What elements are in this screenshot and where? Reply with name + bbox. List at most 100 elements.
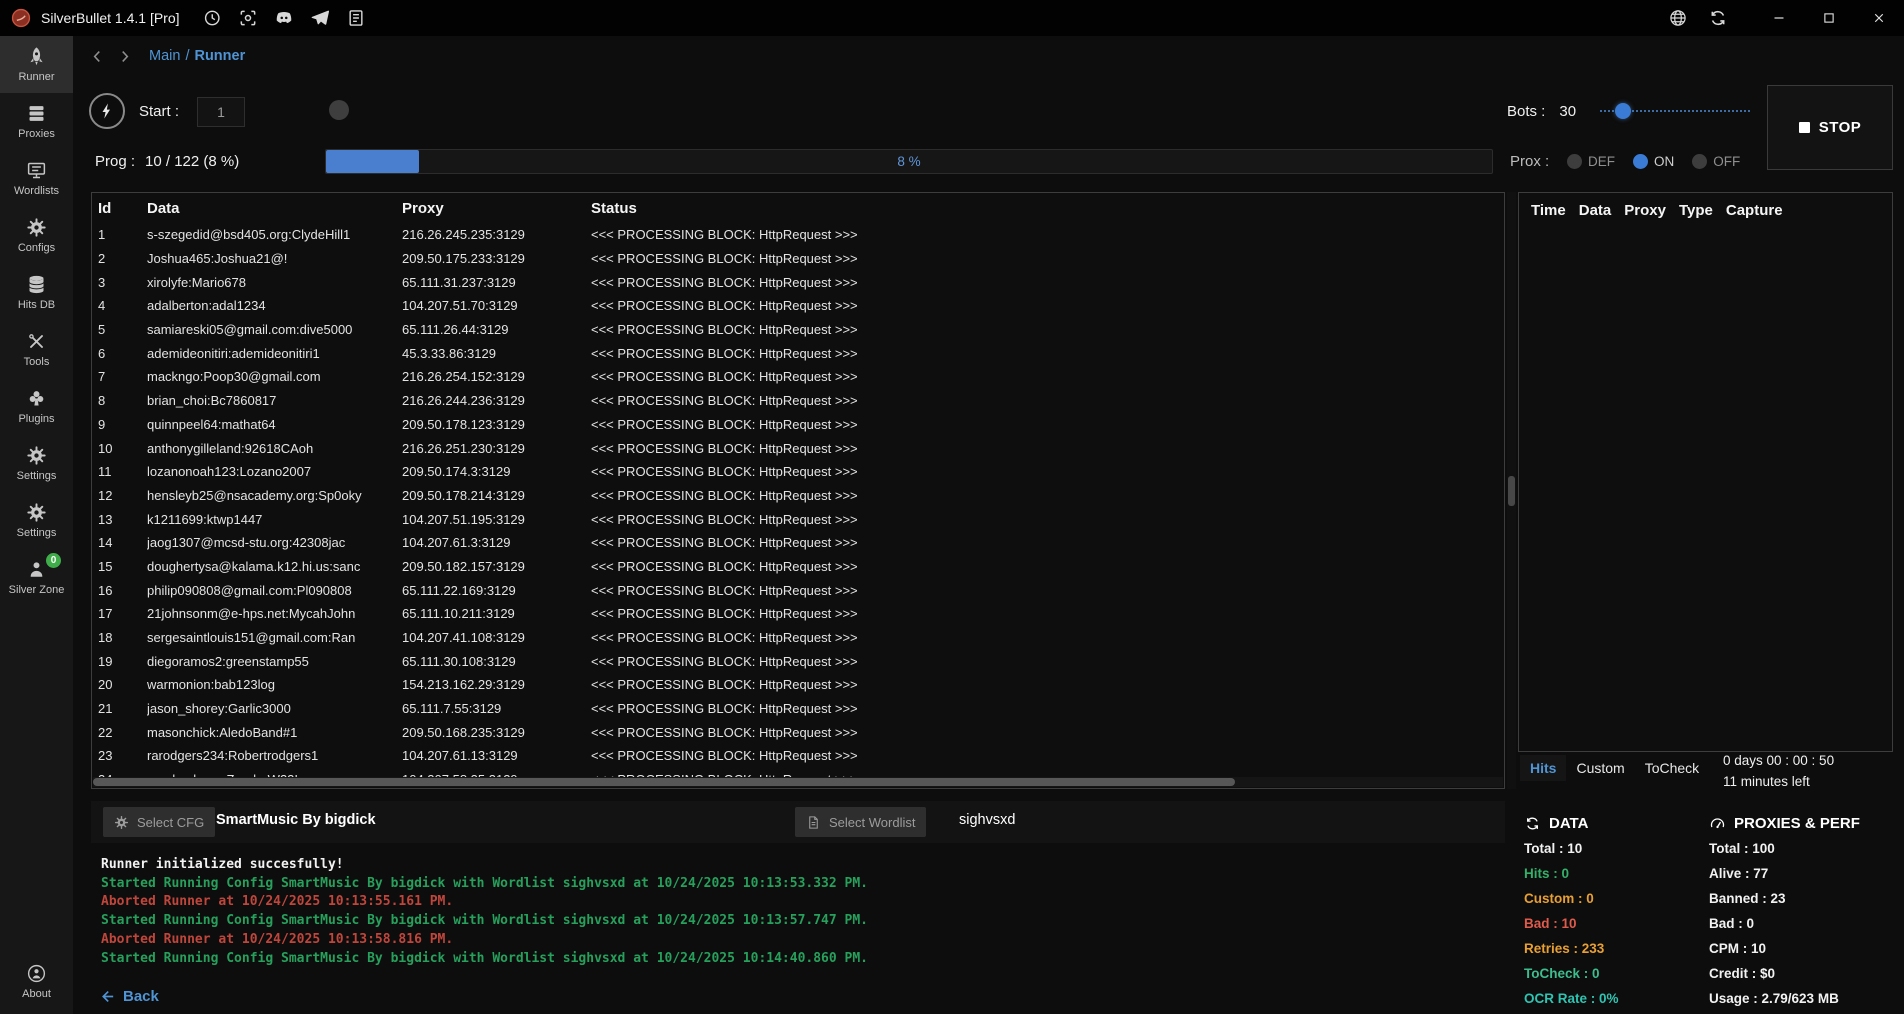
sidebar-item-about[interactable]: About <box>0 953 73 1010</box>
horizontal-scrollbar[interactable] <box>93 777 1503 787</box>
select-cfg-button[interactable]: Select CFG <box>103 807 215 837</box>
horizontal-scrollbar-thumb[interactable] <box>93 778 1235 786</box>
cell-id: 17 <box>98 606 147 621</box>
sidebar-item-proxies[interactable]: Proxies <box>0 93 73 150</box>
table-row[interactable]: 19diegoramos2:greenstamp5565.111.30.108:… <box>92 649 1504 673</box>
capture-icon[interactable] <box>238 8 258 28</box>
sidebar-item-settings-core[interactable]: Settings <box>0 492 73 549</box>
table-row[interactable]: 2Joshua465:Joshua21@!209.50.175.233:3129… <box>92 247 1504 271</box>
select-wordlist-button[interactable]: Select Wordlist <box>795 807 926 837</box>
app-window: SilverBullet 1.4.1 [Pro] RunnerProxiesWo… <box>0 0 1904 1014</box>
minimize-button[interactable] <box>1754 0 1804 36</box>
stat-hits: Hits : 0 <box>1524 861 1709 886</box>
sidebar-item-label: About <box>22 988 51 1000</box>
hits-panel-header: TimeDataProxyTypeCapture <box>1519 193 1892 219</box>
sidebar-item-label: Proxies <box>18 128 55 140</box>
prox-option-label: ON <box>1654 154 1674 169</box>
titlebar-right <box>1668 0 1904 36</box>
table-row[interactable]: 1s-szegedid@bsd405.org:ClydeHill1216.26.… <box>92 223 1504 247</box>
cell-data: Joshua465:Joshua21@! <box>147 251 402 266</box>
sidebar-item-hits-db[interactable]: Hits DB <box>0 264 73 321</box>
history-icon[interactable] <box>202 8 222 28</box>
tab-custom[interactable]: Custom <box>1566 755 1634 781</box>
cell-status: <<< PROCESSING BLOCK: HttpRequest >>> <box>591 464 1504 479</box>
close-icon <box>1870 9 1888 27</box>
cell-status: <<< PROCESSING BLOCK: HttpRequest >>> <box>591 535 1504 550</box>
discord-icon[interactable] <box>274 8 294 28</box>
table-row[interactable]: 9quinnpeel64:mathat64209.50.178.123:3129… <box>92 413 1504 437</box>
table-row[interactable]: 15doughertysa@kalama.k12.hi.us:sanc209.5… <box>92 555 1504 579</box>
progress-value: 10 / 122 (8 %) <box>145 153 239 170</box>
table-row[interactable]: 11lozanonoah123:Lozano2007209.50.174.3:3… <box>92 460 1504 484</box>
cell-id: 12 <box>98 488 147 503</box>
column-header-time: Time <box>1531 202 1566 219</box>
cell-status: <<< PROCESSING BLOCK: HttpRequest >>> <box>591 227 1504 242</box>
table-row[interactable]: 22masonchick:AledoBand#1209.50.168.235:3… <box>92 720 1504 744</box>
close-button[interactable] <box>1854 0 1904 36</box>
cell-id: 6 <box>98 346 147 361</box>
sidebar-item-wordlists[interactable]: Wordlists <box>0 150 73 207</box>
prox-option-def[interactable]: DEF <box>1567 154 1615 169</box>
stop-button[interactable]: STOP <box>1767 85 1893 170</box>
table-row[interactable]: 10anthonygilleland:92618CAoh216.26.251.2… <box>92 436 1504 460</box>
tab-hits[interactable]: Hits <box>1520 755 1566 781</box>
config-bar: Select CFG SmartMusic By bigdick Select … <box>91 801 1505 843</box>
cell-proxy: 209.50.175.233:3129 <box>402 251 591 266</box>
table-row[interactable]: 8brian_choi:Bc7860817216.26.244.236:3129… <box>92 389 1504 413</box>
prox-radio-group: DEF ON OFF <box>1567 149 1740 174</box>
plugin-icon <box>26 388 47 409</box>
cell-id: 22 <box>98 725 147 740</box>
vertical-scrollbar-thumb[interactable] <box>1508 476 1515 506</box>
breadcrumb: Main/Runner <box>73 36 1904 76</box>
table-row[interactable]: 5samiareski05@gmail.com:dive500065.111.2… <box>92 318 1504 342</box>
sidebar-item-plugins[interactable]: Plugins <box>0 378 73 435</box>
cell-id: 11 <box>98 464 147 479</box>
table-row[interactable]: 6ademideonitiri:ademideonitiri145.3.33.8… <box>92 341 1504 365</box>
refresh-icon[interactable] <box>1708 8 1728 28</box>
table-row[interactable]: 20warmonion:bab123log154.213.162.29:3129… <box>92 673 1504 697</box>
cell-status: <<< PROCESSING BLOCK: HttpRequest >>> <box>591 701 1504 716</box>
sidebar-item-label: Silver Zone <box>9 584 65 596</box>
start-slider-handle[interactable] <box>329 100 349 120</box>
prox-option-on[interactable]: ON <box>1633 154 1674 169</box>
table-row[interactable]: 18sergesaintlouis151@gmail.com:Ran104.20… <box>92 626 1504 650</box>
log-line: Aborted Runner at 10/24/2025 10:13:55.16… <box>101 893 1501 912</box>
notes-icon[interactable] <box>346 8 366 28</box>
sidebar-item-tools[interactable]: Tools <box>0 321 73 378</box>
gear-icon <box>26 502 47 523</box>
elapsed-time: 0 days 00 : 00 : 50 <box>1723 750 1834 771</box>
table-row[interactable]: 3xirolyfe:Mario67865.111.31.237:3129<<< … <box>92 270 1504 294</box>
table-row[interactable]: 12hensleyb25@nsacademy.org:Sp0oky209.50.… <box>92 484 1504 508</box>
table-row[interactable]: 21jason_shorey:Garlic300065.111.7.55:312… <box>92 697 1504 721</box>
table-row[interactable]: 7mackngo:Poop30@gmail.com216.26.254.152:… <box>92 365 1504 389</box>
table-row[interactable]: 1721johnsonm@e-hps.net:MycahJohn65.111.1… <box>92 602 1504 626</box>
sidebar-item-configs[interactable]: Configs <box>0 207 73 264</box>
table-row[interactable]: 16philip090808@gmail.com:Pl09080865.111.… <box>92 578 1504 602</box>
prox-option-off[interactable]: OFF <box>1692 154 1740 169</box>
start-input[interactable] <box>197 97 245 127</box>
cell-id: 9 <box>98 417 147 432</box>
nav-back-icon[interactable] <box>89 48 106 65</box>
bots-slider-handle[interactable] <box>1615 103 1631 119</box>
log-line: Started Running Config SmartMusic By big… <box>101 875 1501 894</box>
sidebar-item-label: Runner <box>18 71 54 83</box>
nav-forward-icon[interactable] <box>116 48 133 65</box>
cell-proxy: 216.26.244.236:3129 <box>402 393 591 408</box>
sidebar-item-settings[interactable]: Settings <box>0 435 73 492</box>
back-button[interactable]: Back <box>99 988 159 1005</box>
bots-slider[interactable] <box>1600 102 1750 120</box>
sidebar-item-runner[interactable]: Runner <box>0 36 73 93</box>
sidebar-item-silver-zone[interactable]: Silver Zone0 <box>0 549 73 606</box>
table-row[interactable]: 23rarodgers234:Robertrodgers1104.207.61.… <box>92 744 1504 768</box>
globe-icon[interactable] <box>1668 8 1688 28</box>
table-row[interactable]: 13k1211699:ktwp1447104.207.51.195:3129<<… <box>92 507 1504 531</box>
progress-percent-text: 8 % <box>326 150 1492 173</box>
vertical-scrollbar[interactable] <box>1507 192 1516 789</box>
table-row[interactable]: 4adalberton:adal1234104.207.51.70:3129<<… <box>92 294 1504 318</box>
tab-tocheck[interactable]: ToCheck <box>1635 755 1709 781</box>
sidebar-item-label: Settings <box>17 470 57 482</box>
stats-title: PROXIES & PERF <box>1709 810 1894 836</box>
table-row[interactable]: 14jaog1307@mcsd-stu.org:42308jac104.207.… <box>92 531 1504 555</box>
maximize-button[interactable] <box>1804 0 1854 36</box>
telegram-icon[interactable] <box>310 8 330 28</box>
